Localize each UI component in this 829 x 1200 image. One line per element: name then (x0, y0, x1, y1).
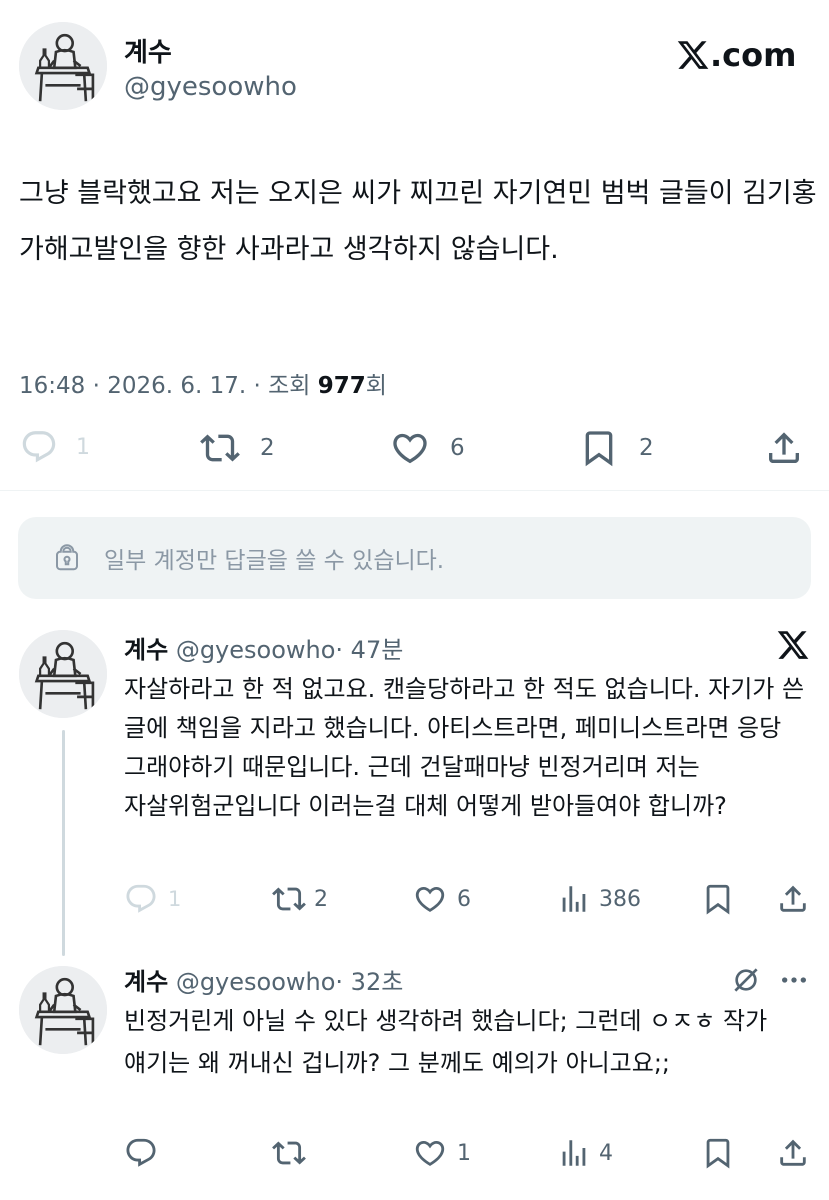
share-button[interactable] (764, 428, 804, 468)
like-count: 1 (457, 1140, 471, 1166)
retweet-button[interactable]: 2 (200, 428, 275, 468)
reply-icon (124, 1136, 158, 1170)
retweet-count: 2 (260, 435, 275, 461)
tweet-meta: 16:48 · 2026. 6. 17. · 조회 977회 (19, 366, 387, 400)
share-icon (776, 1136, 810, 1170)
bookmark-icon (701, 882, 735, 916)
x-brand: .com (676, 36, 796, 74)
tweet-text: 그냥 블락했고요 저는 오지은 씨가 찌끄린 자기연민 범벅 글들이 김기홍 가… (19, 178, 817, 265)
retweet-icon (272, 882, 306, 916)
bookmark-button[interactable] (701, 1136, 735, 1170)
bookmark-icon (701, 1136, 735, 1170)
x-logo-icon (676, 38, 710, 72)
brand-text: .com (710, 36, 797, 74)
retweet-count: 2 (314, 886, 328, 912)
share-icon (764, 428, 804, 468)
retweet-icon (200, 428, 240, 468)
reply-header: 계수 @gyesoowho· 47분 (124, 630, 403, 665)
views-suffix: 회 (365, 373, 387, 399)
reply-count: 1 (168, 887, 182, 911)
bookmark-icon (579, 428, 619, 468)
like-icon (413, 882, 447, 916)
retweet-icon (272, 1136, 306, 1170)
reply-text: 자살하라고 한 적 없고요. 캔슬당하라고 한 적도 없습니다. 자기가 쓴 글… (124, 675, 805, 820)
views-button[interactable]: 386 (557, 882, 641, 916)
author-handle[interactable]: @gyesoowho (176, 636, 336, 664)
view-count: 386 (599, 886, 641, 912)
reply-header: 계수 @gyesoowho· 32초 (124, 962, 403, 997)
reply-button[interactable]: 1 (124, 882, 181, 916)
views-icon (557, 882, 591, 916)
author-name[interactable]: 계수 (124, 636, 168, 664)
reply-time[interactable]: · 47분 (335, 636, 403, 664)
share-icon (776, 882, 810, 916)
thread-line (62, 730, 65, 956)
bookmark-count: 2 (639, 435, 654, 461)
reply-restriction-notice: 일부 계정만 답글을 쓸 수 있습니다. (18, 517, 811, 599)
reply-icon (20, 428, 58, 466)
author-name[interactable]: 계수 (124, 32, 172, 69)
divider (0, 490, 829, 491)
avatar[interactable] (19, 22, 107, 110)
retweet-button[interactable]: 2 (272, 882, 328, 916)
author-handle[interactable]: @gyesoowho (124, 72, 297, 102)
x-logo-icon (776, 628, 810, 662)
reply-icon (124, 882, 158, 916)
reply-restriction-text: 일부 계정만 답글을 쓸 수 있습니다. (104, 548, 445, 574)
bookmark-button[interactable] (701, 882, 735, 916)
like-button[interactable]: 1 (413, 1136, 471, 1170)
bookmark-button[interactable]: 2 (579, 428, 654, 468)
reply-button[interactable]: 1 (20, 428, 90, 466)
grok-icon[interactable] (730, 964, 762, 996)
share-button[interactable] (776, 1136, 810, 1170)
like-button[interactable]: 6 (413, 882, 471, 916)
more-icon[interactable] (778, 964, 810, 996)
like-count: 6 (457, 886, 471, 912)
share-button[interactable] (776, 882, 810, 916)
author-name[interactable]: 계수 (124, 968, 168, 996)
like-button[interactable]: 6 (390, 428, 465, 468)
avatar[interactable] (19, 630, 107, 718)
like-icon (390, 428, 430, 468)
time-date[interactable]: 16:48 · 2026. 6. 17. · 조회 (19, 373, 318, 399)
lock-icon (52, 543, 82, 573)
avatar[interactable] (19, 966, 107, 1054)
author-handle[interactable]: @gyesoowho (176, 968, 336, 996)
view-count: 4 (599, 1140, 613, 1166)
reply-button[interactable] (124, 1136, 168, 1170)
retweet-button[interactable] (272, 1136, 314, 1170)
view-count: 977 (317, 373, 366, 399)
like-count: 6 (450, 435, 465, 461)
reply-time[interactable]: · 32초 (335, 968, 403, 996)
like-icon (413, 1136, 447, 1170)
views-button[interactable]: 4 (557, 1136, 613, 1170)
reply-count: 1 (76, 434, 90, 460)
reply-text: 빈정거린게 아닐 수 있다 생각하려 했습니다; 그런데 ㅇㅈㅎ 작가 얘기는 … (124, 1007, 768, 1077)
views-icon (557, 1136, 591, 1170)
